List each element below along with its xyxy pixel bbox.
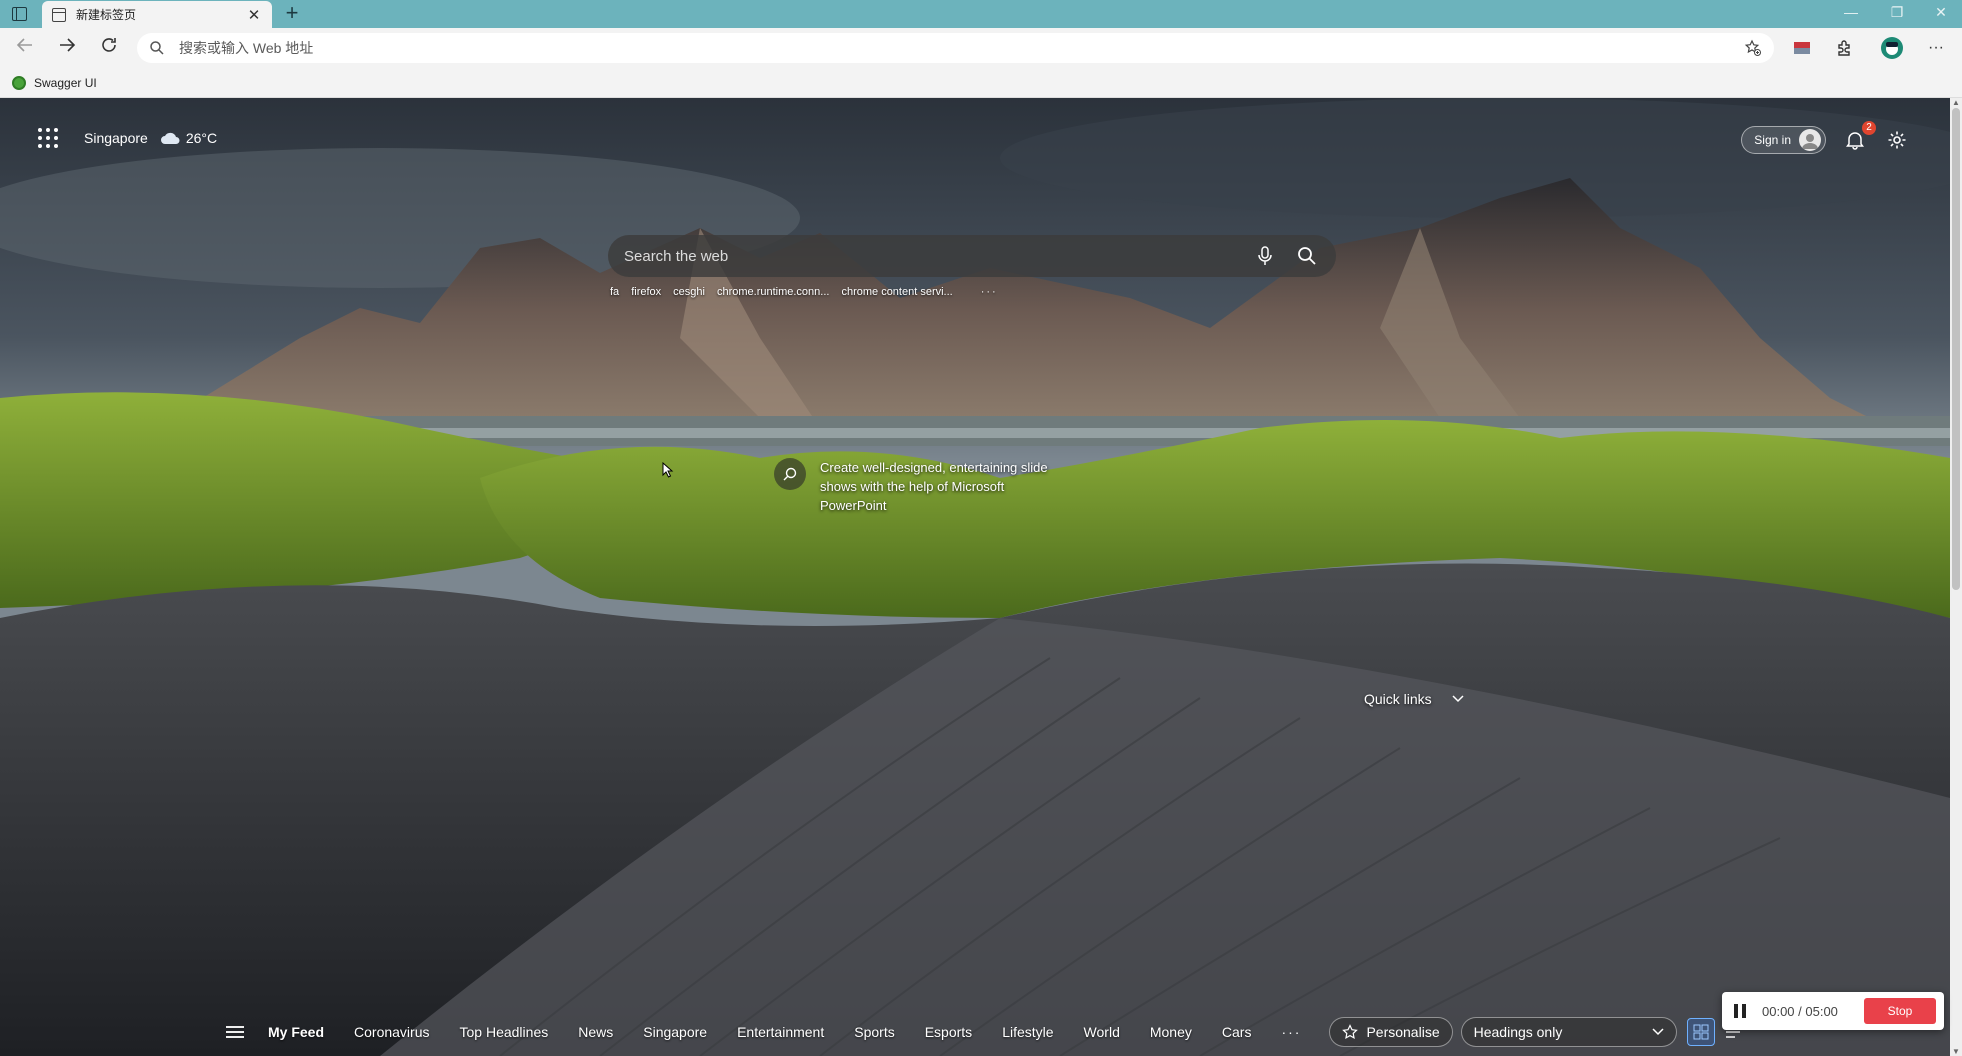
quick-links-label: Quick links <box>1364 691 1432 707</box>
sign-in-button[interactable]: Sign in <box>1741 126 1826 154</box>
feed-more-button[interactable]: ··· <box>1281 1024 1301 1040</box>
back-arrow-icon <box>16 38 32 52</box>
web-search-box[interactable] <box>608 235 1336 277</box>
swagger-logo-icon <box>12 75 26 90</box>
notification-badge: 2 <box>1862 121 1876 135</box>
personalise-button[interactable]: Personalise <box>1329 1017 1453 1047</box>
feed-tab-money[interactable]: Money <box>1150 1024 1192 1040</box>
grid-view-icon <box>1693 1024 1709 1040</box>
tab-close-icon[interactable]: ✕ <box>246 6 262 24</box>
gear-icon <box>1888 131 1906 149</box>
grid-view-button[interactable] <box>1686 1018 1715 1046</box>
layout-dropdown[interactable]: Headings only <box>1460 1017 1677 1047</box>
address-input[interactable] <box>179 40 1744 56</box>
star-icon <box>1342 1024 1359 1040</box>
search-icon <box>150 41 164 55</box>
forward-button[interactable] <box>54 36 80 60</box>
microphone-icon[interactable] <box>1252 243 1278 269</box>
recent-search-item[interactable]: chrome.runtime.conn... <box>717 286 830 298</box>
recent-searches: fa firefox cesghi chrome.runtime.conn...… <box>610 286 998 298</box>
top-right-bar: Sign in 2 <box>1741 121 1910 154</box>
recording-time: 00:00 / 05:00 <box>1762 1003 1838 1019</box>
top-left-bar: Singapore 26°C <box>38 128 217 148</box>
address-bar[interactable] <box>137 33 1774 63</box>
pause-icon[interactable] <box>1734 1004 1748 1018</box>
refresh-icon <box>102 38 116 52</box>
feed-tab-news[interactable]: News <box>578 1024 613 1040</box>
layout-selected-value: Headings only <box>1473 1024 1563 1040</box>
recent-search-item[interactable]: fa <box>610 286 619 298</box>
tab-title: 新建标签页 <box>76 8 137 22</box>
settings-button[interactable] <box>1884 127 1910 153</box>
bookmark-swagger-ui[interactable]: Swagger UI <box>12 75 97 90</box>
minimize-button[interactable]: — <box>1836 4 1866 20</box>
feed-tab-entertainment[interactable]: Entertainment <box>737 1024 824 1040</box>
title-bar: 新建标签页 ✕ + — ❐ ✕ <box>0 0 1962 28</box>
add-favorite-icon[interactable] <box>1744 39 1762 57</box>
feed-navigation-bar: My Feed Coronavirus Top Headlines News S… <box>0 1008 1950 1056</box>
web-search-input[interactable] <box>624 247 1236 265</box>
feed-tab-world[interactable]: World <box>1084 1024 1120 1040</box>
stop-recording-button[interactable]: Stop <box>1864 998 1936 1024</box>
avatar-icon <box>1799 129 1821 151</box>
favorites-bar: Swagger UI <box>0 68 1962 98</box>
forward-arrow-icon <box>60 38 76 52</box>
profile-avatar-icon[interactable] <box>1880 36 1904 60</box>
weather-temperature[interactable]: 26°C <box>186 130 217 146</box>
more-menu-icon[interactable]: ··· <box>1924 36 1948 60</box>
tab-new-tab[interactable]: 新建标签页 ✕ <box>42 1 272 28</box>
extension-flag-icon[interactable] <box>1790 36 1814 60</box>
feed-tab-my-feed[interactable]: My Feed <box>268 1024 324 1040</box>
recent-searches-more-button[interactable]: ··· <box>981 286 998 298</box>
chevron-down-icon <box>1652 1028 1664 1036</box>
recent-search-item[interactable]: chrome content servi... <box>841 286 952 298</box>
bookmark-label: Swagger UI <box>34 75 97 90</box>
extensions-puzzle-icon[interactable] <box>1832 36 1856 60</box>
bell-icon <box>1846 132 1864 150</box>
image-info-text: Create well-designed, entertaining slide… <box>820 460 1048 513</box>
refresh-button[interactable] <box>96 36 122 60</box>
feed-tab-lifestyle[interactable]: Lifestyle <box>1002 1024 1053 1040</box>
feed-tab-top-headlines[interactable]: Top Headlines <box>460 1024 549 1040</box>
personalise-label: Personalise <box>1366 1024 1440 1040</box>
page-scrollbar[interactable]: ▲ ▼ <box>1950 98 1962 1056</box>
browser-toolbar: ··· <box>0 28 1962 68</box>
feed-tab-singapore[interactable]: Singapore <box>643 1024 707 1040</box>
feed-tab-sports[interactable]: Sports <box>854 1024 894 1040</box>
recent-search-item[interactable]: firefox <box>631 286 661 298</box>
scrollbar-thumb[interactable] <box>1952 108 1960 590</box>
scroll-down-icon[interactable]: ▼ <box>1950 1047 1962 1056</box>
feed-tab-coronavirus[interactable]: Coronavirus <box>354 1024 429 1040</box>
weather-location[interactable]: Singapore <box>84 130 148 146</box>
back-button[interactable] <box>12 36 38 60</box>
feed-tab-cars[interactable]: Cars <box>1222 1024 1252 1040</box>
image-info-card[interactable]: Create well-designed, entertaining slide… <box>774 458 1074 515</box>
mouse-cursor-icon <box>662 462 674 478</box>
new-tab-page-icon <box>52 7 66 22</box>
screen-recorder-widget: 00:00 / 05:00 Stop <box>1722 992 1944 1030</box>
recent-search-item[interactable]: cesghi <box>673 286 705 298</box>
sign-in-label: Sign in <box>1754 133 1791 147</box>
new-tab-button[interactable]: + <box>280 2 304 26</box>
visual-search-icon[interactable] <box>774 458 806 490</box>
restore-button[interactable]: ❐ <box>1882 4 1912 21</box>
chevron-down-icon <box>1452 695 1464 703</box>
notifications-button[interactable]: 2 <box>1842 121 1876 153</box>
apps-grid-icon[interactable] <box>38 128 58 148</box>
close-window-button[interactable]: ✕ <box>1926 4 1956 21</box>
cloud-icon <box>160 132 180 144</box>
new-tab-page: Singapore 26°C Sign in 2 fa firefox cesg <box>0 98 1950 1056</box>
quick-links-toggle[interactable]: Quick links <box>1364 691 1464 707</box>
search-icon[interactable] <box>1294 243 1320 269</box>
feed-tab-esports[interactable]: Esports <box>925 1024 972 1040</box>
hamburger-menu-icon[interactable] <box>226 1026 244 1038</box>
tab-actions-menu-icon[interactable] <box>12 7 27 21</box>
scroll-up-icon[interactable]: ▲ <box>1950 98 1962 107</box>
